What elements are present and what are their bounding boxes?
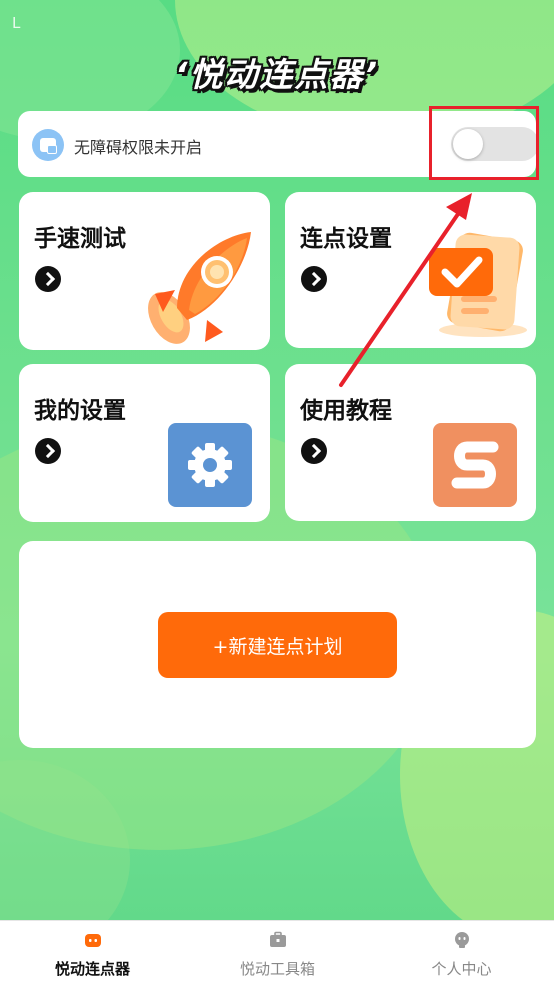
toolbox-icon bbox=[270, 931, 286, 947]
tutorial-tile[interactable]: 使用教程 bbox=[285, 364, 536, 521]
click-settings-tile[interactable]: 连点设置 bbox=[285, 192, 536, 348]
new-click-plan-button[interactable]: +新建连点计划 bbox=[158, 612, 397, 678]
tab-clicker-home[interactable]: 悦动连点器 bbox=[0, 921, 185, 984]
tab-label: 悦动工具箱 bbox=[239, 960, 315, 978]
my-settings-tile[interactable]: 我的设置 bbox=[19, 364, 270, 522]
rocket-icon bbox=[148, 232, 251, 344]
tab-toolbox[interactable]: 悦动工具箱 bbox=[185, 921, 370, 984]
chevron-right-icon[interactable] bbox=[35, 266, 61, 292]
plan-card: +新建连点计划 bbox=[19, 541, 536, 748]
tab-label: 悦动连点器 bbox=[54, 960, 130, 978]
chevron-right-icon[interactable] bbox=[301, 266, 327, 292]
tile-label: 使用教程 bbox=[300, 398, 392, 424]
checklist-document-icon bbox=[429, 232, 527, 337]
status-bar-mark: L bbox=[12, 14, 21, 32]
tab-profile[interactable]: 个人中心 bbox=[369, 921, 554, 984]
permission-status-text: 无障碍权限未开启 bbox=[74, 138, 203, 157]
tile-label: 手速测试 bbox=[34, 226, 126, 252]
tab-label: 个人中心 bbox=[431, 960, 492, 978]
bottom-tab-bar: 悦动连点器 悦动工具箱 个人中心 bbox=[0, 920, 554, 984]
tile-label: 我的设置 bbox=[34, 398, 126, 424]
home-robot-icon bbox=[85, 934, 101, 947]
accessibility-window-icon bbox=[32, 129, 64, 161]
speed-test-tile[interactable]: 手速测试 bbox=[19, 192, 270, 350]
gear-icon bbox=[168, 423, 252, 507]
chevron-right-icon[interactable] bbox=[35, 438, 61, 464]
tutorial-s-icon bbox=[433, 423, 517, 507]
profile-icon bbox=[455, 932, 469, 948]
tile-label: 连点设置 bbox=[300, 226, 392, 252]
chevron-right-icon[interactable] bbox=[301, 438, 327, 464]
app-title: ‘悦动连点器’ bbox=[174, 55, 380, 94]
highlight-box bbox=[429, 106, 539, 180]
